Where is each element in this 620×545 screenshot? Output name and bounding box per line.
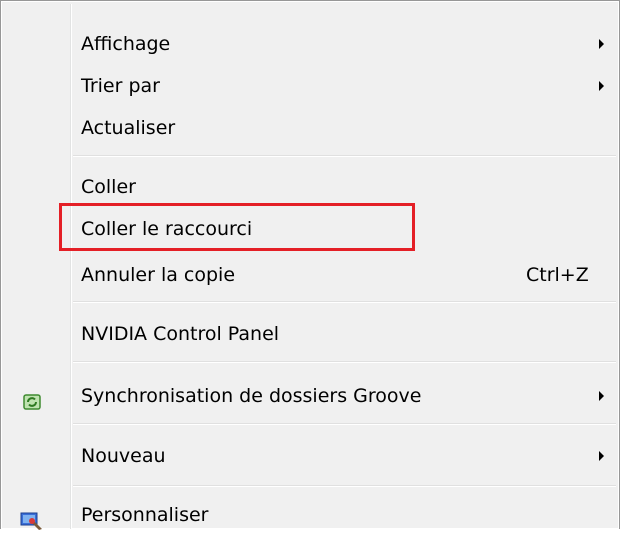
menu-item-groove-sync[interactable]: Synchronisation de dossiers Groove bbox=[4, 376, 616, 416]
menu-separator bbox=[73, 485, 616, 487]
menu-item-label: Affichage bbox=[81, 33, 171, 55]
menu-item-trier-par[interactable]: Trier par bbox=[4, 66, 616, 106]
menu-item-label: Annuler la copie bbox=[81, 264, 236, 286]
submenu-arrow-icon bbox=[599, 391, 604, 401]
menu-item-nouveau[interactable]: Nouveau bbox=[4, 436, 616, 476]
menu-item-shortcut: Ctrl+Z bbox=[526, 264, 589, 286]
menu-item-label: NVIDIA Control Panel bbox=[81, 323, 280, 345]
menu-item-label: Trier par bbox=[81, 75, 160, 97]
context-menu: Affichage Trier par Actualiser Coller Co… bbox=[0, 0, 620, 530]
menu-item-coller[interactable]: Coller bbox=[4, 167, 616, 207]
menu-item-annuler-la-copie[interactable]: Annuler la copie Ctrl+Z bbox=[4, 255, 616, 295]
menu-separator bbox=[73, 423, 616, 425]
groove-sync-icon bbox=[22, 386, 42, 410]
highlight-annotation-box bbox=[59, 203, 415, 251]
submenu-arrow-icon bbox=[599, 451, 604, 461]
menu-item-label: Actualiser bbox=[81, 117, 176, 139]
submenu-arrow-icon bbox=[599, 81, 604, 91]
menu-item-affichage[interactable]: Affichage bbox=[4, 24, 616, 64]
menu-item-label: Nouveau bbox=[81, 445, 166, 467]
menu-separator bbox=[73, 155, 616, 157]
menu-item-label: Personnaliser bbox=[81, 504, 209, 526]
menu-separator bbox=[73, 361, 616, 363]
menu-item-personnaliser[interactable]: Personnaliser bbox=[4, 495, 616, 535]
menu-item-nvidia-control-panel[interactable]: NVIDIA Control Panel bbox=[4, 314, 616, 354]
menu-separator bbox=[73, 301, 616, 303]
menu-item-actualiser[interactable]: Actualiser bbox=[4, 108, 616, 148]
menu-item-label: Synchronisation de dossiers Groove bbox=[81, 385, 422, 407]
personalize-display-icon bbox=[20, 505, 42, 530]
menu-item-label: Coller bbox=[81, 176, 136, 198]
submenu-arrow-icon bbox=[599, 39, 604, 49]
